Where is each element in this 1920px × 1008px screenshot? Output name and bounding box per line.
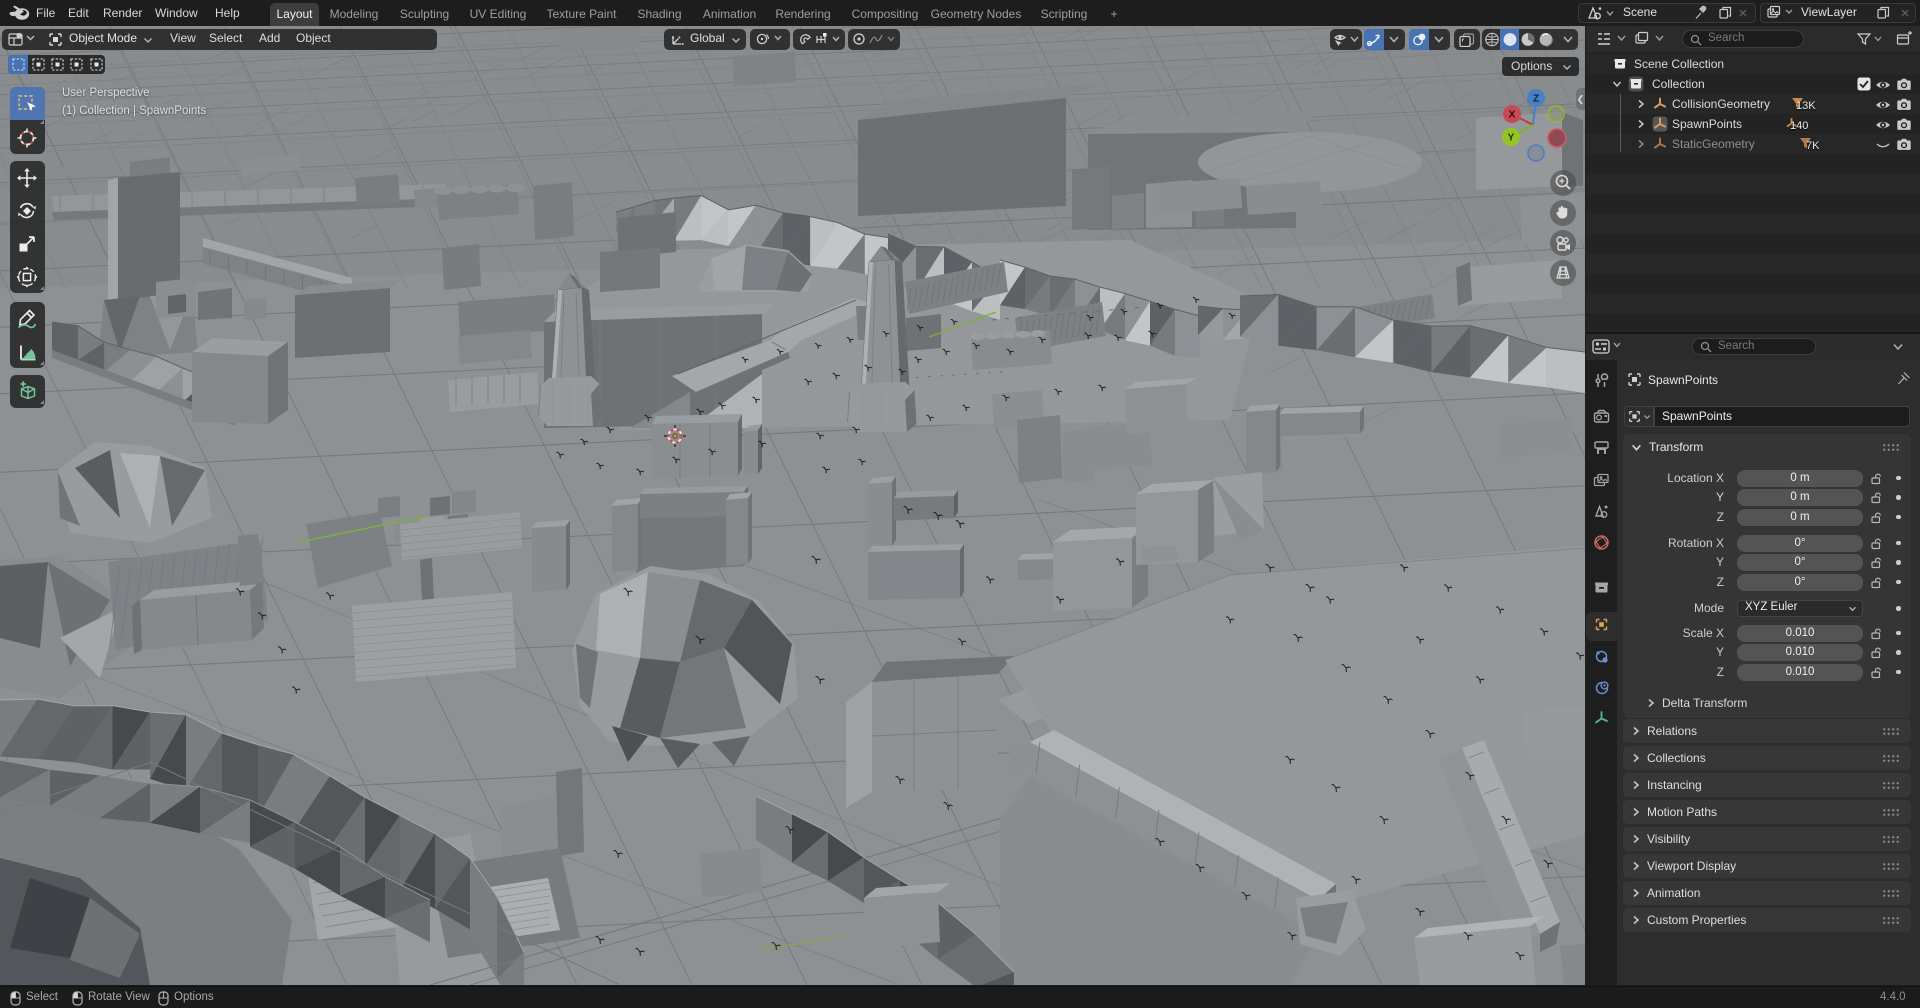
svg-text:Z: Z [1533,94,1539,105]
svg-text:X: X [1509,110,1516,121]
svg-text:Y: Y [1508,133,1515,144]
